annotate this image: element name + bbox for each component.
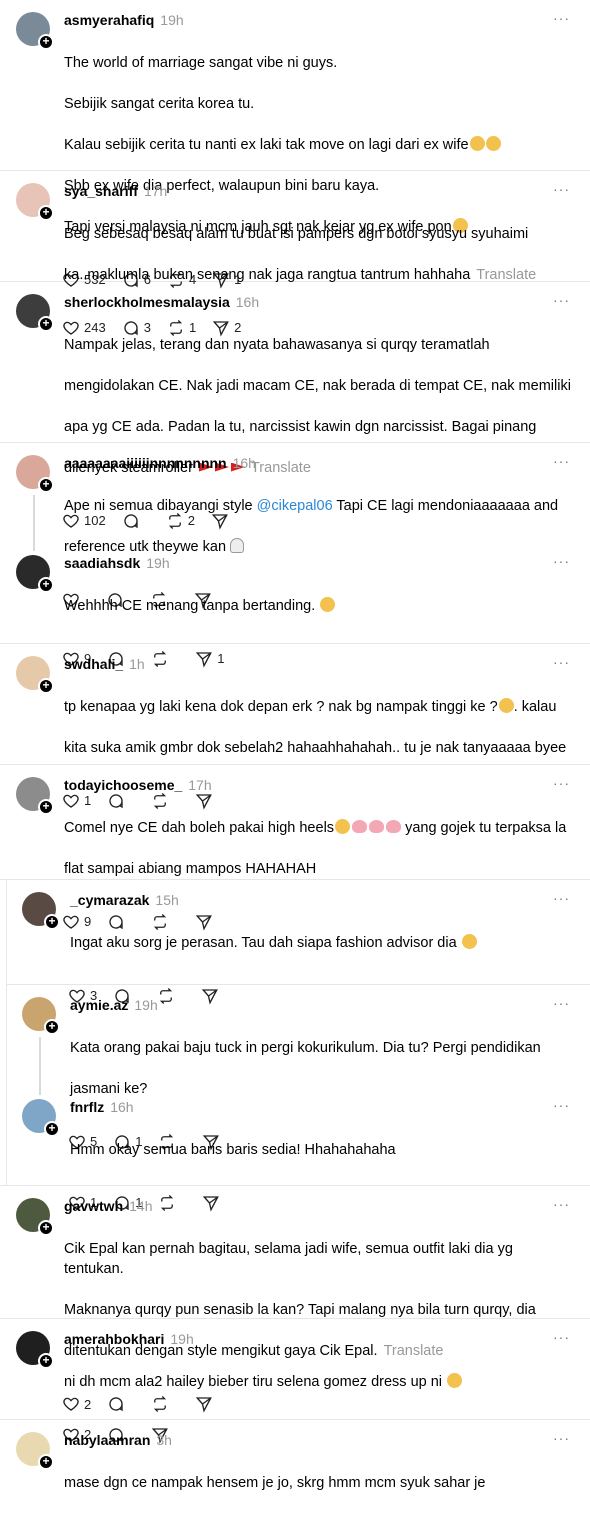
follow-plus-icon[interactable]: + [38,477,54,493]
reply-post: ··· + amerahbokhari 19h ni dh mcm ala2 h… [0,1319,590,1444]
more-icon[interactable]: ··· [553,292,570,308]
more-icon[interactable]: ··· [553,890,570,906]
username[interactable]: asmyerahafiq [64,12,154,28]
timestamp: 19h [146,555,170,571]
smiling-hearts-emoji-icon [335,818,351,834]
mention-link[interactable]: @cikepal06 [257,498,333,514]
username[interactable]: nabylaamran [64,1432,150,1448]
username[interactable]: aymie.az [70,997,128,1013]
post-text: Wehhhh CE menang tanpa bertanding. [64,575,574,637]
heart-hands-emoji-icon [352,819,368,833]
reply-post: ··· + todayichooseme_ 17h Comel nye CE d… [0,765,590,931]
more-icon[interactable]: ··· [553,654,570,670]
reply-post: ··· + aymie.az 19h Kata orang pakai baju… [0,985,590,1151]
username[interactable]: todayichooseme_ [64,777,182,793]
username[interactable]: aaaaaaaaiiiiiinnnnnnnnn [64,455,227,471]
replies-feed: ··· + asmyerahafiq 19h The world of marr… [0,0,590,1516]
smirk-emoji-icon [320,596,336,612]
follow-plus-icon[interactable]: + [38,205,54,221]
reply-post: ··· + sherlockholmesmalaysia 16h Nampak … [0,282,590,530]
timestamp: 17h [188,777,212,793]
nested-replies-group: ··· + _cymarazak 15h Ingat aku sorg je p… [0,880,590,1212]
follow-plus-icon[interactable]: + [38,678,54,694]
more-icon[interactable]: ··· [553,775,570,791]
post-text: Ingat aku sorg je perasan. Tau dah siapa… [70,912,574,974]
username[interactable]: saadiahsdk [64,555,140,571]
reply-post: ··· + aaaaaaaaiiiiiinnnnnnnnn 16h Ape ni… [0,443,590,609]
username[interactable]: amerahbokhari [64,1331,164,1347]
more-icon[interactable]: ··· [553,181,570,197]
more-icon[interactable]: ··· [553,1097,570,1113]
post-text: mase dgn ce nampak hensem je jo, skrg hm… [64,1474,486,1491]
follow-plus-icon[interactable]: + [38,34,54,50]
more-icon[interactable]: ··· [553,453,570,469]
follow-plus-icon[interactable]: + [38,577,54,593]
reply-post: ··· + sya_shariff 17h Beg sebesaq besaq … [0,171,590,337]
timestamp: 3h [156,1432,172,1448]
timestamp: 1h [129,656,145,672]
username[interactable]: _cymarazak [70,892,149,908]
reply-post: ··· + saadiahsdk 19h Wehhhh CE menang ta… [0,551,590,668]
shushing-emoji-icon [461,933,477,949]
reply-post: ··· + nabylaamran 3h mase dgn ce nampak … [0,1420,590,1516]
reply-post: ··· + gavwtwh 14h Cik Epal kan pernah ba… [0,1186,590,1413]
follow-plus-icon[interactable]: + [38,1220,54,1236]
timestamp: 15h [155,892,179,908]
follow-plus-icon[interactable]: + [44,1019,60,1035]
username[interactable]: sya_shariff [64,183,138,199]
follow-plus-icon[interactable]: + [44,1121,60,1137]
more-icon[interactable]: ··· [553,553,570,569]
translate-link[interactable]: Translate [476,267,536,283]
username[interactable]: sherlockholmesmalaysia [64,294,230,310]
more-icon[interactable]: ··· [553,1196,570,1212]
more-icon[interactable]: ··· [553,1430,570,1446]
timestamp: 19h [134,997,158,1013]
timestamp: 14h [129,1198,153,1214]
laughing-emoji-icon [485,135,501,151]
follow-plus-icon[interactable]: + [38,799,54,815]
timestamp: 17h [143,183,168,199]
reply-post: ··· + swdhali_ 1h tp kenapaa yg laki ken… [0,644,590,810]
timestamp: 16h [110,1099,134,1115]
username[interactable]: fnrflz [70,1099,104,1115]
reply-post: ··· + asmyerahafiq 19h The world of marr… [0,0,590,289]
follow-plus-icon[interactable]: + [38,316,54,332]
timestamp: 19h [170,1331,194,1347]
username[interactable]: gavwtwh [64,1198,123,1214]
laughing-emoji-icon [498,697,514,713]
laughing-emoji-icon [447,1372,463,1388]
follow-plus-icon[interactable]: + [38,1353,54,1369]
more-icon[interactable]: ··· [553,10,570,26]
follow-plus-icon[interactable]: + [38,1454,54,1470]
heart-hands-emoji-icon [386,819,402,833]
post-text: Hmm okay semua baris baris sedia! Hhahah… [70,1141,396,1158]
timestamp: 16h [232,455,256,471]
post-text: tp kenapaa yg laki kena dok depan erk ? … [64,697,567,756]
more-icon[interactable]: ··· [553,995,570,1011]
timestamp: 19h [160,12,184,28]
follow-plus-icon[interactable]: + [44,914,60,930]
reply-post: ··· + fnrflz 16h Hmm okay semua baris ba… [0,1095,590,1212]
post-text: ni dh mcm ala2 hailey bieber tiru selena… [64,1351,574,1413]
laughing-emoji-icon [469,135,485,151]
more-icon[interactable]: ··· [553,1329,570,1345]
username[interactable]: swdhali_ [64,656,123,672]
reply-post: ··· + _cymarazak 15h Ingat aku sorg je p… [0,880,590,1005]
timestamp: 16h [235,294,260,310]
heart-hands-emoji-icon [369,819,385,833]
